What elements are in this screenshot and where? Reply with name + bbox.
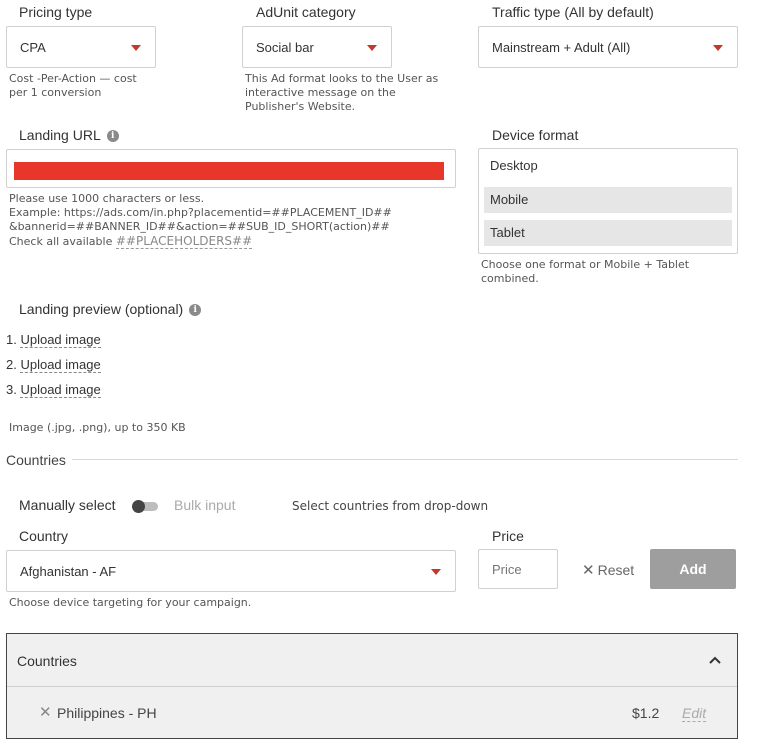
price-label: Price bbox=[492, 528, 524, 544]
landing-url-hint: Please use 1000 characters or less. Exam… bbox=[9, 192, 449, 249]
upload-item: 2. Upload image bbox=[6, 357, 101, 373]
country-label: Country bbox=[19, 528, 69, 544]
edit-link[interactable]: Edit bbox=[682, 705, 707, 722]
landing-hint-line2: Example: https://ads.com/in.php?placemen… bbox=[9, 206, 392, 219]
pricing-type-hint: Cost -Per-Action — cost per 1 conversion bbox=[9, 72, 137, 99]
landing-url-label-text: Landing URL bbox=[19, 127, 101, 143]
device-option-tablet[interactable]: Tablet bbox=[484, 220, 732, 246]
device-format-label: Device format bbox=[492, 127, 579, 143]
device-option-desktop[interactable]: Desktop bbox=[484, 153, 732, 179]
pricing-type-select[interactable]: CPA bbox=[6, 26, 156, 68]
device-format-hint: Choose one format or Mobile + Tablet com… bbox=[481, 258, 690, 285]
close-icon: ✕ bbox=[582, 562, 595, 579]
countries-section-title: Countries bbox=[6, 452, 66, 468]
country-select[interactable]: Afghanistan - AF bbox=[6, 550, 456, 592]
reset-button[interactable]: ✕ Reset bbox=[582, 561, 634, 579]
upload-num: 1. bbox=[6, 332, 17, 347]
upload-image-link[interactable]: Upload image bbox=[20, 382, 101, 398]
country-name: Philippines - PH bbox=[57, 705, 157, 721]
adunit-category-value: Social bar bbox=[256, 39, 314, 55]
bulk-input-label[interactable]: Bulk input bbox=[174, 497, 235, 513]
adunit-category-select[interactable]: Social bar bbox=[242, 26, 392, 68]
landing-url-input[interactable] bbox=[6, 149, 456, 188]
manually-select-label: Manually select bbox=[19, 497, 116, 513]
price-input[interactable] bbox=[478, 549, 558, 589]
reset-label: Reset bbox=[597, 562, 635, 578]
traffic-type-select[interactable]: Mainstream + Adult (All) bbox=[478, 26, 738, 68]
landing-preview-label: Landing preview (optional) i bbox=[19, 301, 202, 317]
landing-hint-line4: Check all available ##PLACEHOLDERS## bbox=[9, 234, 449, 249]
pricing-type-value: CPA bbox=[20, 39, 46, 55]
landing-preview-label-text: Landing preview (optional) bbox=[19, 301, 184, 317]
traffic-type-value: Mainstream + Adult (All) bbox=[492, 39, 631, 55]
remove-icon[interactable]: ✕ bbox=[39, 703, 52, 721]
countries-table: Countries ✕ Philippines - PH $1.2 Edit bbox=[6, 633, 738, 739]
select-countries-hint: Select countries from drop-down bbox=[292, 499, 489, 513]
landing-url-label: Landing URL i bbox=[19, 127, 119, 143]
pricing-type-label: Pricing type bbox=[19, 4, 93, 20]
upload-image-link[interactable]: Upload image bbox=[20, 357, 101, 373]
placeholders-link[interactable]: ##PLACEHOLDERS## bbox=[115, 234, 253, 249]
adunit-category-label: AdUnit category bbox=[256, 4, 356, 20]
landing-hint-line3: &bannerid=##BANNER_ID##&action=##SUB_ID_… bbox=[9, 220, 390, 233]
info-icon[interactable]: i bbox=[106, 130, 119, 143]
upload-item: 3. Upload image bbox=[6, 382, 101, 398]
device-targeting-hint: Choose device targeting for your campaig… bbox=[9, 596, 252, 609]
landing-hint-prefix: Check all available bbox=[9, 235, 116, 248]
table-row: ✕ Philippines - PH $1.2 Edit bbox=[7, 687, 737, 738]
countries-table-title: Countries bbox=[17, 653, 77, 669]
traffic-type-label: Traffic type (All by default) bbox=[492, 4, 654, 20]
redacted-url-bar bbox=[14, 162, 444, 180]
countries-table-header[interactable]: Countries bbox=[7, 634, 737, 687]
add-button[interactable]: Add bbox=[650, 549, 736, 589]
info-icon[interactable]: i bbox=[189, 304, 202, 317]
upload-image-link[interactable]: Upload image bbox=[20, 332, 101, 348]
chevron-down-icon bbox=[131, 45, 141, 51]
chevron-down-icon bbox=[367, 45, 377, 51]
adunit-category-hint: This Ad format looks to the User as inte… bbox=[245, 72, 439, 113]
country-value: Afghanistan - AF bbox=[20, 563, 117, 579]
image-format-hint: Image (.jpg, .png), up to 350 KB bbox=[9, 421, 186, 434]
section-divider bbox=[72, 459, 738, 460]
upload-item: 1. Upload image bbox=[6, 332, 101, 348]
upload-num: 2. bbox=[6, 357, 17, 372]
country-price: $1.2 bbox=[632, 705, 660, 721]
landing-hint-line1: Please use 1000 characters or less. bbox=[9, 192, 205, 205]
device-option-mobile[interactable]: Mobile bbox=[484, 187, 732, 213]
chevron-down-icon bbox=[431, 569, 441, 575]
upload-num: 3. bbox=[6, 382, 17, 397]
chevron-down-icon bbox=[713, 45, 723, 51]
input-mode-toggle[interactable] bbox=[132, 500, 158, 513]
toggle-thumb bbox=[132, 500, 145, 513]
chevron-up-icon[interactable] bbox=[709, 656, 721, 664]
